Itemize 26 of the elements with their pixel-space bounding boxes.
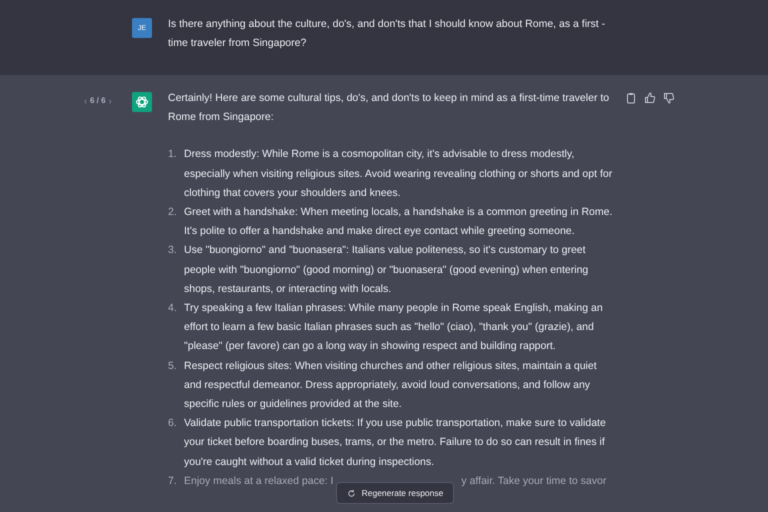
previous-button[interactable]: ‹ [84, 96, 87, 106]
list-item-text: Enjoy meals at a relaxed pace: I [184, 474, 334, 489]
list-item-text: y affair. Take your time to savor [461, 474, 606, 489]
page-counter: 6 / 6 [90, 96, 106, 106]
list-item-text: Respect religious sites: When visiting churches and other religious sites, maintain a quiet and respectful demeanor. Dress appropriately, avoid loud conversations, and follow any specific rules or guidelines provided at the site. [184, 358, 598, 412]
list-item-text: Try speaking a few Italian phrases: While many people in Rome speak English, making an effort to learn a few basic Italian phrases such as "hello" (ciao), "thank you" (grazie), and "please" (per favore) can go a long way in showing respect and building rapport. [184, 301, 604, 354]
list-number: 1. [168, 147, 178, 162]
clipboard-icon[interactable] [625, 92, 637, 104]
regenerate-response-button[interactable]: Regenerate response [336, 482, 454, 504]
list-number: 2. [168, 205, 178, 220]
assistant-avatar-icon [132, 92, 152, 112]
refresh-icon [346, 488, 356, 498]
list-number: 3. [168, 243, 178, 258]
list-number: 7. [168, 474, 178, 489]
list-item-text: Validate public transportation tickets: If you use public transportation, make sure to validate your ticket before boarding buses, trams, or the metro. Failure to do so can result in fines if you're caught without a valid ticket during inspections. [184, 416, 607, 470]
list-number: 6. [168, 416, 178, 432]
list-item-text: Dress modestly: While Rome is a cosmopolitan city, it's advisable to dress modestly, especially when visiting religious sites. Avoid wearing revealing clothing or shorts and opt for clothing that covers your shoulders and knees. [184, 147, 613, 201]
next-button[interactable]: › [108, 96, 112, 106]
list-item-text: Use "buongiorno" and "buonasera": Italians value politeness, so it's customary to greet people with "buongiorno" (good morning) or "buonasera" (good evening) when entering shops, restaurants, or interacting with locals. [184, 243, 590, 297]
response-intro: Certainly! Here are some cultural tips, do's, and don'ts to keep in mind as a first-time traveler to Rome from Singapore: [168, 91, 610, 125]
thumbs-up-icon[interactable] [644, 92, 656, 104]
list-number: 5. [168, 358, 178, 374]
user-message: Is there anything about the culture, do's, and don'ts that I should know about Rome, as a first -time traveler from Singapore? [168, 17, 606, 51]
list-number: 4. [168, 301, 178, 316]
thumbs-down-icon[interactable] [663, 92, 675, 104]
list-item-text: Greet with a handshake: When meeting locals, a handshake is a common greeting in Rome. It's polite to offer a handshake and make direct eye contact while greeting someone. [184, 205, 613, 240]
